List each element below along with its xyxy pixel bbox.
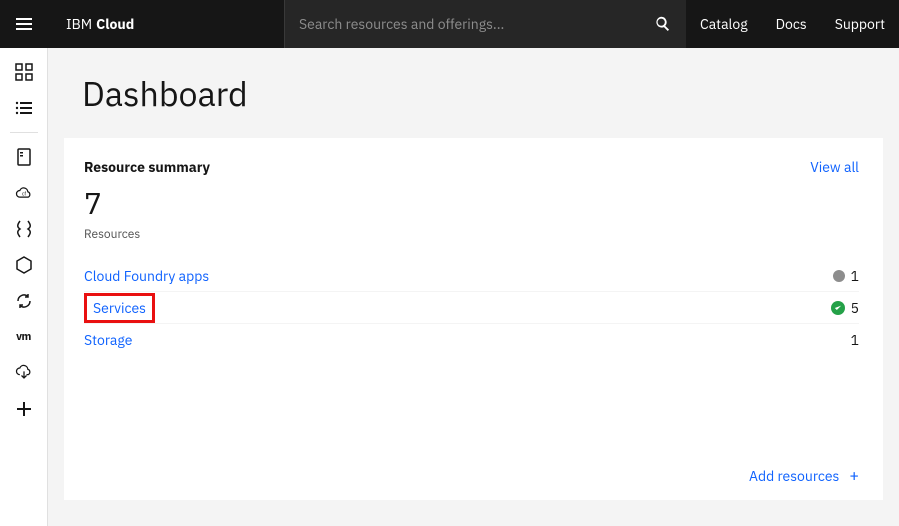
services-highlight: Services: [84, 293, 155, 323]
rail-sync[interactable]: [0, 283, 48, 319]
rail-cloud-download[interactable]: [0, 355, 48, 391]
vmware-icon: vm: [16, 330, 31, 344]
plus-icon: +: [849, 466, 859, 486]
rail-add[interactable]: [0, 391, 48, 427]
rail-divider: [10, 132, 38, 133]
page-title: Dashboard: [82, 72, 883, 116]
hexagon-icon: [14, 255, 34, 275]
header-link-catalog[interactable]: Catalog: [686, 0, 762, 48]
row-link[interactable]: Services: [93, 299, 146, 317]
list-icon: [14, 98, 34, 118]
rail-vmware[interactable]: vm: [0, 319, 48, 355]
resource-count: 7: [84, 184, 859, 223]
brand-name: Cloud: [96, 15, 134, 33]
rail-classic[interactable]: [0, 139, 48, 175]
add-resources-link[interactable]: Add resources +: [749, 466, 859, 486]
row-count: 1: [851, 331, 859, 349]
row-cloud-foundry-apps: Cloud Foundry apps 1: [84, 260, 859, 292]
resource-count-label: Resources: [84, 227, 859, 242]
status-dot-gray-icon: [833, 270, 845, 282]
hamburger-menu[interactable]: [0, 0, 48, 48]
row-services: Services 5: [84, 292, 859, 324]
row-link[interactable]: Storage: [84, 331, 132, 349]
search-wrap: [284, 0, 686, 48]
resource-summary-card: Resource summary View all 7 Resources Cl…: [64, 138, 883, 500]
sync-icon: [14, 291, 34, 311]
add-resources-label: Add resources: [749, 467, 839, 485]
row-status: 1: [833, 267, 859, 285]
row-status: 5: [831, 299, 859, 317]
header-links: Catalog Docs Support: [686, 0, 899, 48]
row-count: 1: [851, 267, 859, 285]
server-icon: [14, 147, 34, 167]
row-link[interactable]: Cloud Foundry apps: [84, 267, 209, 285]
main: Dashboard Resource summary View all 7 Re…: [48, 48, 899, 526]
view-all-link[interactable]: View all: [810, 158, 859, 176]
rail-resource-list[interactable]: [0, 90, 48, 126]
card-title: Resource summary: [84, 158, 210, 176]
status-check-icon: [831, 301, 845, 315]
search-icon[interactable]: [654, 15, 672, 33]
functions-icon: [14, 219, 34, 239]
brand[interactable]: IBM Cloud: [48, 15, 152, 33]
header-link-support[interactable]: Support: [821, 0, 899, 48]
row-storage: Storage 1: [84, 324, 859, 356]
row-status: 1: [851, 331, 859, 349]
apps-icon: [14, 62, 34, 82]
rail-kubernetes[interactable]: [0, 247, 48, 283]
cloud-cf-icon: cf: [14, 183, 34, 203]
left-rail: cf vm: [0, 48, 48, 526]
plus-icon: [14, 399, 34, 419]
row-count: 5: [851, 299, 859, 317]
svg-text:cf: cf: [22, 192, 27, 198]
brand-prefix: IBM: [66, 15, 92, 33]
cloud-download-icon: [14, 363, 34, 383]
header-link-docs[interactable]: Docs: [762, 0, 821, 48]
resource-rows: Cloud Foundry apps 1 Services 5 Storage: [84, 260, 859, 356]
search-input[interactable]: [299, 15, 646, 33]
rail-cloud-foundry[interactable]: cf: [0, 175, 48, 211]
rail-dashboard[interactable]: [0, 54, 48, 90]
rail-functions[interactable]: [0, 211, 48, 247]
top-header: IBM Cloud Catalog Docs Support: [0, 0, 899, 48]
hamburger-icon: [14, 14, 34, 34]
